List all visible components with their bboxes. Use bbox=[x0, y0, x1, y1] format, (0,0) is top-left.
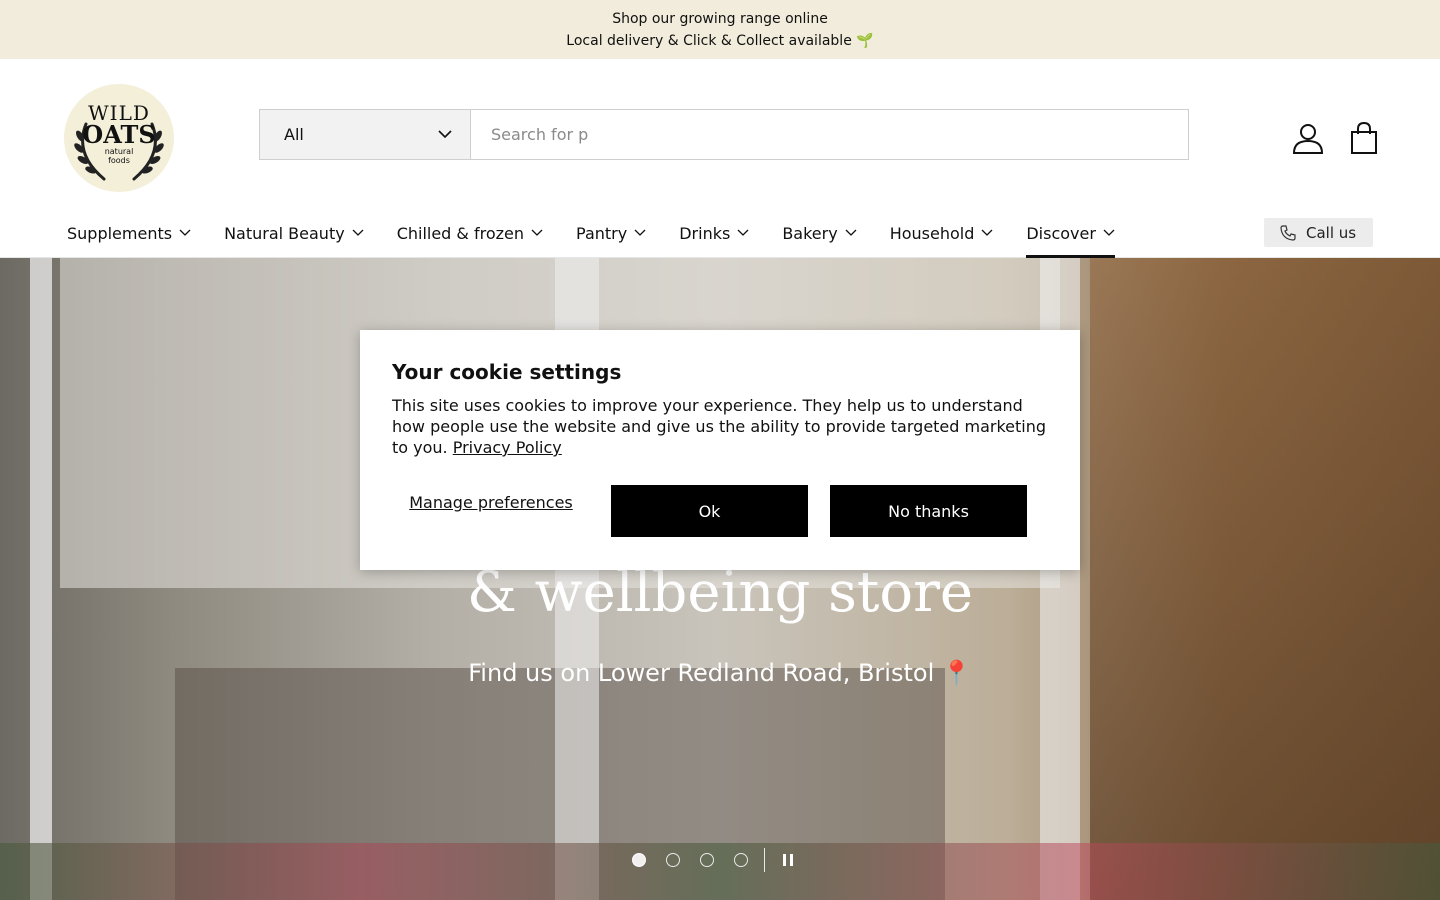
main-nav: Supplements Natural Beauty Chilled & fro… bbox=[67, 219, 1148, 258]
ok-button[interactable]: Ok bbox=[611, 485, 808, 537]
announcement-bar: Shop our growing range online Local deli… bbox=[0, 0, 1440, 59]
nav-item-household[interactable]: Household bbox=[890, 219, 994, 247]
nav-label: Natural Beauty bbox=[224, 223, 345, 243]
chevron-down-icon bbox=[1103, 229, 1115, 236]
shopping-bag-icon[interactable] bbox=[1350, 122, 1378, 154]
nav-label: Chilled & frozen bbox=[396, 223, 525, 243]
search-bar: All bbox=[259, 109, 1189, 160]
call-us-button[interactable]: Call us bbox=[1264, 218, 1373, 247]
chevron-down-icon bbox=[981, 229, 993, 236]
search-category-value: All bbox=[284, 125, 304, 144]
chevron-down-icon bbox=[531, 229, 543, 236]
nav-item-chilled-frozen[interactable]: Chilled & frozen bbox=[397, 219, 543, 247]
announcement-line-2: Local delivery & Click & Collect availab… bbox=[566, 32, 874, 49]
slide-dot-2[interactable] bbox=[666, 853, 680, 867]
slide-dot-3[interactable] bbox=[700, 853, 714, 867]
account-icon[interactable] bbox=[1292, 122, 1324, 154]
cookie-title: Your cookie settings bbox=[392, 360, 622, 384]
nav-label: Pantry bbox=[576, 223, 628, 243]
chevron-down-icon bbox=[737, 229, 749, 236]
slide-dot-4[interactable] bbox=[734, 853, 748, 867]
nav-item-discover[interactable]: Discover bbox=[1026, 219, 1115, 258]
slideshow-divider bbox=[764, 848, 765, 872]
search-input[interactable] bbox=[471, 110, 1188, 159]
nav-label: Discover bbox=[1026, 223, 1096, 243]
privacy-policy-link[interactable]: Privacy Policy bbox=[453, 438, 562, 457]
cookie-text: This site uses cookies to improve your e… bbox=[392, 395, 1052, 458]
hero-subtitle: Find us on Lower Redland Road, Bristol 📍 bbox=[468, 659, 972, 687]
chevron-down-icon bbox=[179, 229, 191, 236]
chevron-down-icon bbox=[845, 229, 857, 236]
nav-label: Bakery bbox=[782, 223, 838, 243]
call-us-label: Call us bbox=[1306, 223, 1357, 242]
pause-icon[interactable] bbox=[783, 854, 797, 866]
nav-item-natural-beauty[interactable]: Natural Beauty bbox=[224, 219, 364, 247]
search-category-select[interactable]: All bbox=[260, 110, 471, 159]
logo-word-foods: foods bbox=[108, 156, 130, 165]
slideshow-controls bbox=[632, 848, 797, 872]
logo-word-natural: natural bbox=[104, 147, 134, 156]
nav-item-bakery[interactable]: Bakery bbox=[782, 219, 857, 247]
wild-oats-logo[interactable]: WILD OATS natural foods bbox=[64, 84, 174, 192]
nav-item-pantry[interactable]: Pantry bbox=[576, 219, 646, 247]
no-thanks-button[interactable]: No thanks bbox=[830, 485, 1027, 537]
nav-label: Supplements bbox=[67, 223, 173, 243]
manage-preferences-link[interactable]: Manage preferences bbox=[392, 493, 590, 512]
nav-label: Household bbox=[889, 223, 975, 243]
phone-icon bbox=[1280, 224, 1296, 241]
nav-item-drinks[interactable]: Drinks bbox=[679, 219, 749, 247]
nav-item-supplements[interactable]: Supplements bbox=[67, 219, 191, 247]
site-header: WILD OATS natural foods All Supplements … bbox=[0, 59, 1440, 258]
nav-label: Drinks bbox=[679, 223, 731, 243]
chevron-down-icon bbox=[634, 229, 646, 236]
logo-word-oats: OATS bbox=[82, 120, 156, 149]
slide-dot-1[interactable] bbox=[632, 853, 646, 867]
announcement-line-1: Shop our growing range online bbox=[612, 10, 828, 27]
chevron-down-icon bbox=[352, 229, 364, 236]
chevron-down-icon bbox=[438, 130, 452, 139]
cookie-dialog: Your cookie settings This site uses cook… bbox=[360, 330, 1080, 570]
